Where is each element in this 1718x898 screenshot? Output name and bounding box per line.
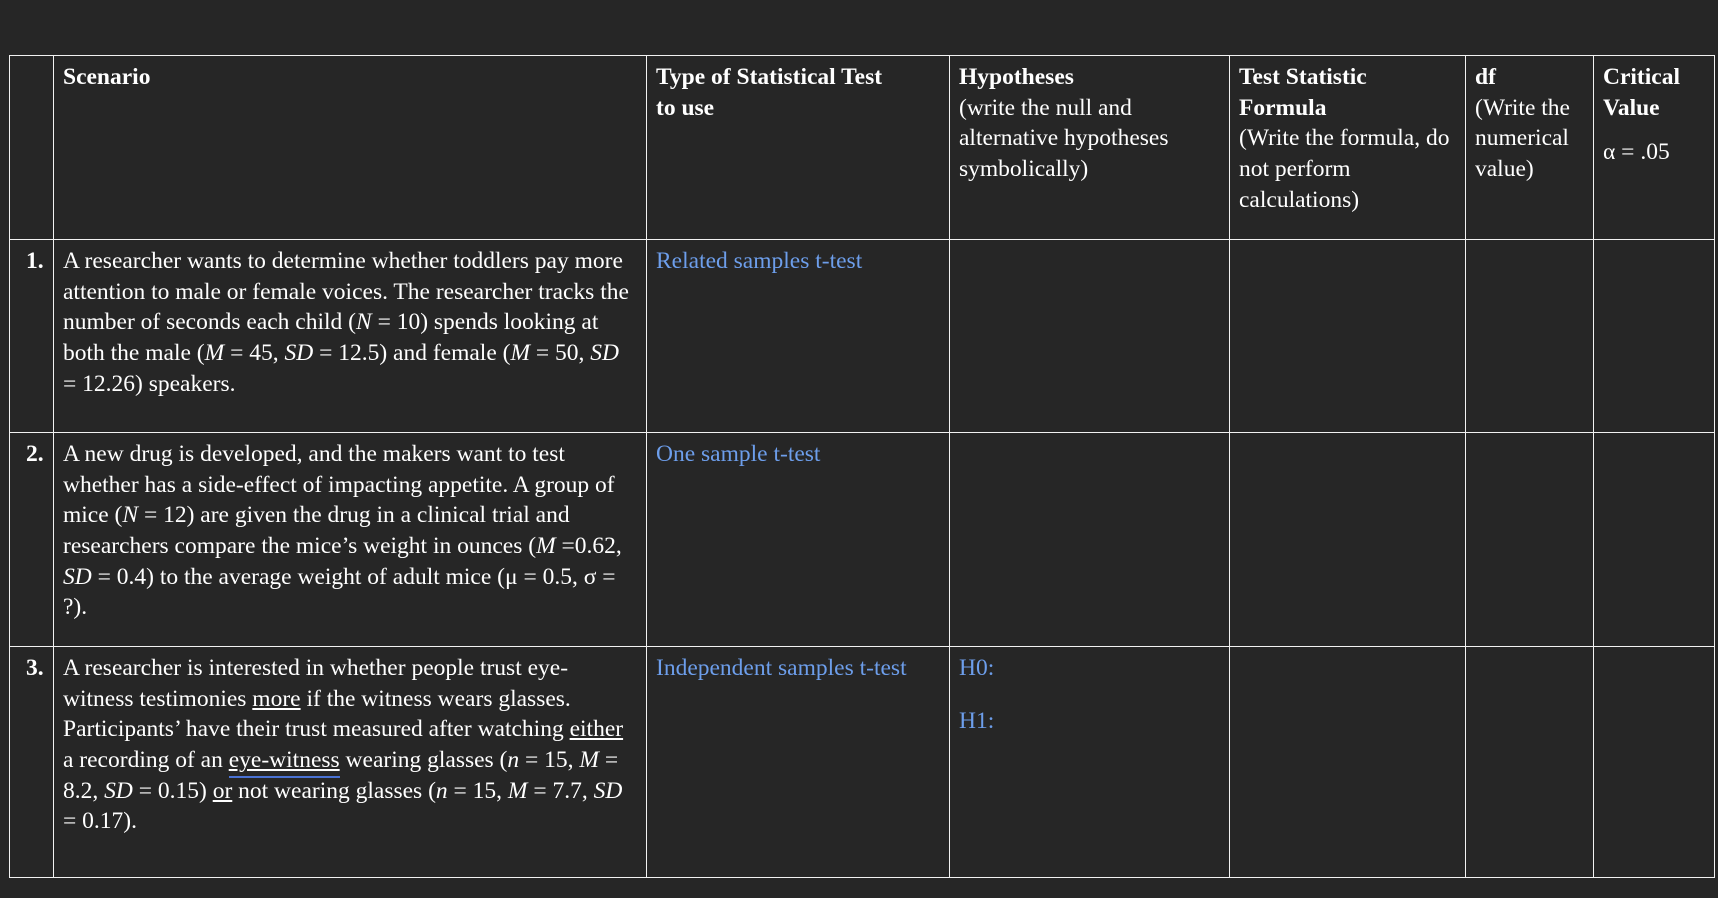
header-cell-hypotheses: Hypotheses (write the null and alternati… [949, 55, 1230, 240]
df-cell-3[interactable] [1465, 646, 1594, 878]
critical-value-cell-2[interactable] [1593, 432, 1715, 647]
row-number-cell-1: 1. [9, 239, 54, 433]
row-number-2: 2. [26, 441, 44, 467]
alt-hypothesis-answer-3: H1: [959, 707, 995, 734]
df-cell-2[interactable] [1465, 432, 1594, 647]
hypotheses-cell-2[interactable] [949, 432, 1230, 647]
row-number-cell-2: 2. [9, 432, 54, 647]
test-statistic-cell-1[interactable] [1229, 239, 1466, 433]
scenario-frag: = 0.4) to the average weight of adult mi… [63, 563, 616, 621]
header-test-type-label: Type of Statistical Test [656, 64, 883, 90]
header-cell-test-statistic: Test Statistic Formula (Write the formul… [1229, 55, 1466, 240]
stat-symbol-m: M [536, 532, 556, 559]
stat-symbol-m: M [507, 777, 528, 804]
scenario-frag: = 12.5) and female ( [313, 339, 511, 366]
scenario-frag: = 15, [447, 777, 508, 804]
test-statistic-cell-3[interactable] [1229, 646, 1466, 878]
stat-symbol-m: M [579, 746, 599, 773]
stat-symbol-sd: SD [284, 339, 314, 366]
document-canvas: Scenario Type of Statistical Test to use… [0, 0, 1718, 898]
scenario-frag: = 45, [224, 339, 285, 366]
statistics-worksheet-table: Scenario Type of Statistical Test to use… [9, 55, 1715, 878]
header-test-statistic-label: Test Statistic [1239, 64, 1367, 90]
row-number-cell-3: 3. [9, 646, 54, 878]
test-type-answer-3: Independent samples t-test [656, 655, 907, 681]
header-critical-value-label-line2: Value [1603, 94, 1660, 121]
scenario-frag: = 12.26) speakers. [63, 370, 236, 397]
scenario-frag: = 0.17). [63, 808, 137, 835]
header-cell-scenario: Scenario [53, 55, 647, 240]
emphasis-or: or [212, 777, 233, 804]
scenario-frag: wearing glasses ( [339, 746, 508, 773]
spellcheck-eye-witness: eye-witness [228, 746, 340, 773]
header-cell-df: df (Write the numerical value) [1465, 55, 1594, 240]
table-header-row: Scenario Type of Statistical Test to use… [9, 55, 1715, 240]
test-type-answer-1: Related samples t-test [656, 248, 863, 274]
stat-symbol-sd: SD [590, 339, 620, 366]
row-number-1: 1. [26, 248, 44, 274]
table-row: 1. A researcher wants to determine wheth… [9, 239, 1715, 433]
header-scenario-label: Scenario [63, 64, 151, 90]
scenario-cell-2: A new drug is developed, and the makers … [53, 432, 647, 647]
header-test-type-label-line2: to use [656, 94, 715, 121]
scenario-cell-1: A researcher wants to determine whether … [53, 239, 647, 433]
stat-symbol-n: n [507, 746, 520, 773]
stat-symbol-n: N [122, 502, 139, 529]
row-number-3: 3. [26, 655, 44, 681]
test-statistic-cell-2[interactable] [1229, 432, 1466, 647]
scenario-frag: = 15, [519, 746, 580, 773]
scenario-frag: = 50, [530, 339, 591, 366]
emphasis-either: either [569, 716, 624, 743]
hypotheses-cell-3[interactable]: H0: H1: [949, 646, 1230, 878]
stat-symbol-sd: SD [104, 777, 133, 804]
scenario-frag: a recording of an [63, 746, 229, 773]
test-type-cell-2[interactable]: One sample t-test [646, 432, 950, 647]
scenario-cell-3: A researcher is interested in whether pe… [53, 646, 647, 878]
table-row: 2. A new drug is developed, and the make… [9, 432, 1715, 647]
scenario-frag: =0.62, [555, 532, 622, 559]
null-hypothesis-answer-3: H0: [959, 655, 995, 681]
emphasis-more: more [252, 685, 301, 712]
header-cell-test-type: Type of Statistical Test to use [646, 55, 950, 240]
stat-symbol-sd: SD [593, 777, 623, 804]
test-type-cell-3[interactable]: Independent samples t-test [646, 646, 950, 878]
table-row: 3. A researcher is interested in whether… [9, 646, 1715, 878]
hypotheses-cell-1[interactable] [949, 239, 1230, 433]
header-test-statistic-label-line2: Formula [1239, 94, 1327, 121]
scenario-frag: not wearing glasses ( [232, 777, 436, 804]
header-hypotheses-label: Hypotheses [959, 64, 1074, 90]
scenario-frag: = 7.7, [527, 777, 594, 804]
stat-symbol-n: n [435, 777, 448, 804]
header-cell-rownumber [9, 55, 54, 240]
header-hypotheses-sublabel: (write the null and alternative hypothes… [959, 94, 1169, 182]
scenario-text-3: A researcher is interested in whether pe… [63, 653, 638, 837]
header-df-label: df [1475, 64, 1496, 90]
worksheet-page: Scenario Type of Statistical Test to use… [0, 0, 1718, 898]
header-alpha-level: α = .05 [1603, 139, 1670, 166]
header-cell-critical-value: Critical Value α = .05 [1593, 55, 1715, 240]
scenario-text-2: A new drug is developed, and the makers … [63, 439, 638, 623]
stat-symbol-m: M [204, 339, 225, 366]
critical-value-cell-3[interactable] [1593, 646, 1715, 878]
scenario-text-1: A researcher wants to determine whether … [63, 246, 638, 399]
header-critical-value-label: Critical [1603, 64, 1680, 90]
test-type-answer-2: One sample t-test [656, 441, 821, 467]
stat-symbol-n: N [356, 309, 372, 336]
stat-symbol-m: M [510, 339, 531, 366]
scenario-frag: = 0.15) [132, 777, 213, 804]
header-df-sublabel: (Write the numerical value) [1475, 94, 1570, 182]
header-test-statistic-sublabel: (Write the formula, do not perform calcu… [1239, 125, 1450, 213]
df-cell-1[interactable] [1465, 239, 1594, 433]
stat-symbol-sd: SD [63, 563, 92, 590]
scenario-frag: = 12) are given the drug in a clinical t… [63, 502, 570, 559]
critical-value-cell-1[interactable] [1593, 239, 1715, 433]
test-type-cell-1[interactable]: Related samples t-test [646, 239, 950, 433]
